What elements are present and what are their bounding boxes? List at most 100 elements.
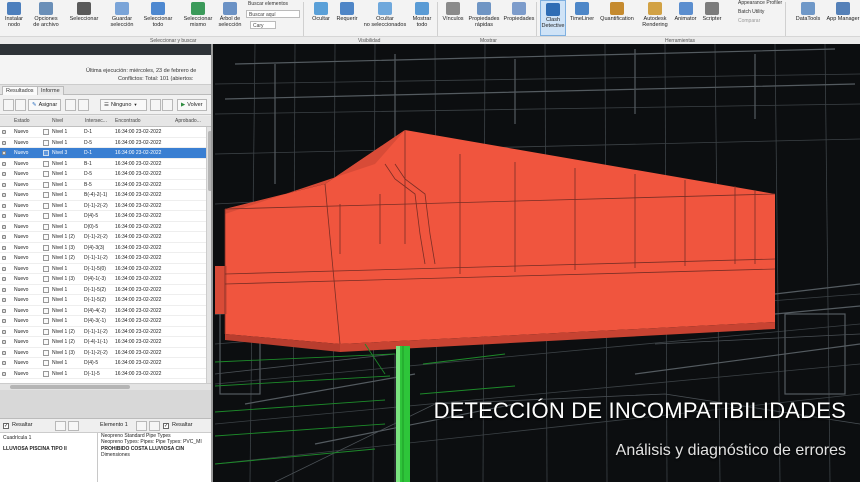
column-grid[interactable]: Intersec... — [85, 116, 107, 127]
datatools-button[interactable]: DataTools — [793, 0, 823, 36]
group-by-dropdown[interactable]: ☰ Ninguno ▼ — [100, 99, 147, 111]
filter-icon[interactable] — [78, 99, 89, 111]
status-dropdown[interactable] — [43, 286, 49, 293]
sort-icon[interactable] — [150, 99, 161, 111]
column-status[interactable]: Estado — [14, 116, 30, 127]
select-icon[interactable] — [55, 421, 66, 431]
table-row[interactable]: Nuevo Nivel 1 D(-1)-5(2) 16:34:00 23-02-202… — [0, 295, 211, 306]
3d-viewport[interactable]: DETECCIÓN DE INCOMPATIBILIDADES Análisis… — [215, 44, 860, 482]
quick-properties-button[interactable]: Propiedades rápidas — [468, 0, 500, 36]
table-row[interactable]: Nuevo Nivel 1 D(0)-5 16:34:00 23-02-2022 — [0, 222, 211, 232]
status-dropdown[interactable] — [43, 244, 49, 251]
status-dropdown[interactable] — [43, 129, 49, 135]
save-selection-button[interactable]: Guardar selección — [106, 0, 138, 36]
select-same-button[interactable]: Seleccionar mismo — [182, 0, 214, 36]
scrollbar-thumb[interactable] — [10, 385, 130, 389]
table-row[interactable]: Nuevo Nivel 1 D(4)-5 16:34:00 23-02-2022 — [0, 358, 211, 369]
status-dropdown[interactable] — [43, 307, 49, 314]
set-dropdown[interactable]: Cary — [250, 21, 276, 29]
status-dropdown[interactable] — [43, 202, 49, 209]
column-approved[interactable]: Aprobado... — [175, 116, 201, 127]
table-row[interactable]: Nuevo Nivel 1 (3) D(4)-3(3) 16:34:00 23-02-… — [0, 243, 211, 253]
status-dropdown[interactable] — [43, 349, 49, 356]
tab-report[interactable]: Informe — [37, 86, 64, 95]
status-dropdown[interactable] — [43, 223, 49, 230]
status-dropdown[interactable] — [43, 276, 49, 282]
table-row[interactable]: Nuevo Nivel 1 (2) D(-1)-2(-2) 16:34:00 23-0… — [0, 232, 211, 243]
column-found[interactable]: Encontrado — [115, 116, 141, 127]
assign-button[interactable]: ✎ Asignar — [28, 99, 62, 111]
status-dropdown[interactable] — [43, 150, 49, 156]
horizontal-scrollbar[interactable] — [0, 383, 211, 390]
file-options-button[interactable]: Opciones de archivo — [30, 0, 62, 36]
table-row[interactable]: Nuevo Nivel 1 B-1 16:34:00 23-02-2022 — [0, 159, 211, 169]
rendering-button[interactable]: Autodesk Rendering — [640, 0, 670, 36]
table-row[interactable]: Nuevo Nivel 1 D(-1)-5 16:34:00 23-02-2022 — [0, 369, 211, 379]
hide-unselected-button[interactable]: Ocultar no seleccionados — [363, 0, 407, 36]
review-button[interactable]: ▶ Volver — [177, 99, 207, 111]
compare-button[interactable]: Comparar — [738, 18, 760, 25]
status-dropdown[interactable] — [43, 160, 49, 167]
tab-results[interactable]: Resultados — [2, 86, 38, 95]
column-level[interactable]: Nivel — [52, 116, 63, 127]
require-button[interactable]: Requerir — [335, 0, 359, 36]
appearance-profiler-button[interactable]: Appearance Profiler — [738, 0, 782, 7]
status-dropdown[interactable] — [43, 339, 49, 345]
table-row[interactable]: Nuevo Nivel 1 (2) D(-1)-1(-2) 16:34:00 23-0… — [0, 253, 211, 264]
vertical-scrollbar[interactable] — [206, 127, 211, 383]
select-cursor-button[interactable]: Seleccionar — [66, 0, 102, 36]
select-all-button[interactable]: Seleccionar todo — [140, 0, 176, 36]
refresh-icon[interactable] — [162, 99, 173, 111]
status-dropdown[interactable] — [43, 360, 49, 366]
status-dropdown[interactable] — [43, 318, 49, 324]
status-dropdown[interactable] — [43, 328, 49, 335]
tree-icon[interactable] — [68, 421, 79, 431]
item-2-type[interactable]: Neopreno Types: Pipes: Pipe Types: PVC_M… — [101, 439, 202, 445]
table-row[interactable]: Nuevo Nivel 1 D(4)-5 16:34:00 23-02-2022 — [0, 211, 211, 222]
quantification-button[interactable]: Quantification — [597, 0, 637, 36]
animator-button[interactable]: Animator — [672, 0, 699, 36]
table-row[interactable]: Nuevo Nivel 1 D(-1)-5(2) 16:34:00 23-02-202… — [0, 285, 211, 295]
tree-icon[interactable] — [149, 421, 160, 431]
clash-detective-button[interactable]: Clash Detective — [540, 0, 566, 36]
hide-button[interactable]: Ocultar — [309, 0, 333, 36]
table-row[interactable]: Nuevo Nivel 1 B(-4)-2(-1) 16:34:00 23-02-20… — [0, 190, 211, 201]
highlight-right-checkbox[interactable]: ✓ — [163, 423, 169, 429]
status-dropdown[interactable] — [43, 265, 49, 272]
app-manager-button[interactable]: App Manager — [826, 0, 860, 36]
table-row[interactable]: Nuevo Nivel 1 B-5 16:34:00 23-02-2022 — [0, 180, 211, 190]
status-dropdown[interactable] — [43, 297, 49, 303]
status-dropdown[interactable] — [43, 255, 49, 261]
status-dropdown[interactable] — [43, 234, 49, 240]
status-dropdown[interactable] — [43, 192, 49, 198]
table-row[interactable]: Nuevo Nivel 1 D(4)-3(-1) 16:34:00 23-02-202… — [0, 316, 211, 327]
item-1-name[interactable]: LLUVIOSA PISCINA TIPO II — [3, 446, 67, 452]
status-dropdown[interactable] — [43, 181, 49, 188]
unassign-icon[interactable] — [65, 99, 76, 111]
status-dropdown[interactable] — [43, 213, 49, 219]
table-row[interactable]: Nuevo Nivel 1 D(-1)-2(-2) 16:34:00 23-02-20… — [0, 201, 211, 211]
table-row[interactable]: Nuevo Nivel 1 D-5 16:34:00 23-02-2022 — [0, 138, 211, 148]
find-items-label[interactable]: Buscar elementos — [248, 1, 288, 8]
table-row[interactable]: Nuevo Nivel 3 D-1 16:34:00 23-02-2022 — [0, 148, 211, 159]
selection-tree-button[interactable]: Árbol de selección — [216, 0, 244, 36]
item-2-dimensions[interactable]: Dimensiones — [101, 452, 130, 458]
table-row[interactable]: Nuevo Nivel 1 (3) D(4)-1(-3) 16:34:00 23-02… — [0, 274, 211, 285]
highlight-left-checkbox[interactable]: ✓ — [3, 423, 9, 429]
table-row[interactable]: Nuevo Nivel 1 D-5 16:34:00 23-02-2022 — [0, 169, 211, 180]
scrollbar-thumb[interactable] — [208, 131, 211, 191]
table-row[interactable]: Nuevo Nivel 1 (2) D(-1)-1(-2) 16:34:00 23-0… — [0, 327, 211, 337]
panel-splitter[interactable] — [0, 390, 211, 418]
table-row[interactable]: Nuevo Nivel 1 D(-1)-5(0) 16:34:00 23-02-202… — [0, 264, 211, 274]
select-icon[interactable] — [136, 421, 147, 431]
table-row[interactable]: Nuevo Nivel 1 (2) D(-4)-1(-1) 16:34:00 23-0… — [0, 337, 211, 348]
scripter-button[interactable]: Scripter — [700, 0, 724, 36]
show-all-button[interactable]: Mostrar todo — [409, 0, 435, 36]
new-group-icon[interactable] — [3, 99, 14, 111]
status-dropdown[interactable] — [43, 139, 49, 146]
status-dropdown[interactable] — [43, 370, 49, 377]
properties-button[interactable]: Propiedades — [503, 0, 535, 36]
status-dropdown[interactable] — [43, 171, 49, 177]
table-row[interactable]: Nuevo Nivel 1 D-1 16:34:00 23-02-2022 — [0, 127, 211, 138]
timeliner-button[interactable]: TimeLiner — [568, 0, 596, 36]
